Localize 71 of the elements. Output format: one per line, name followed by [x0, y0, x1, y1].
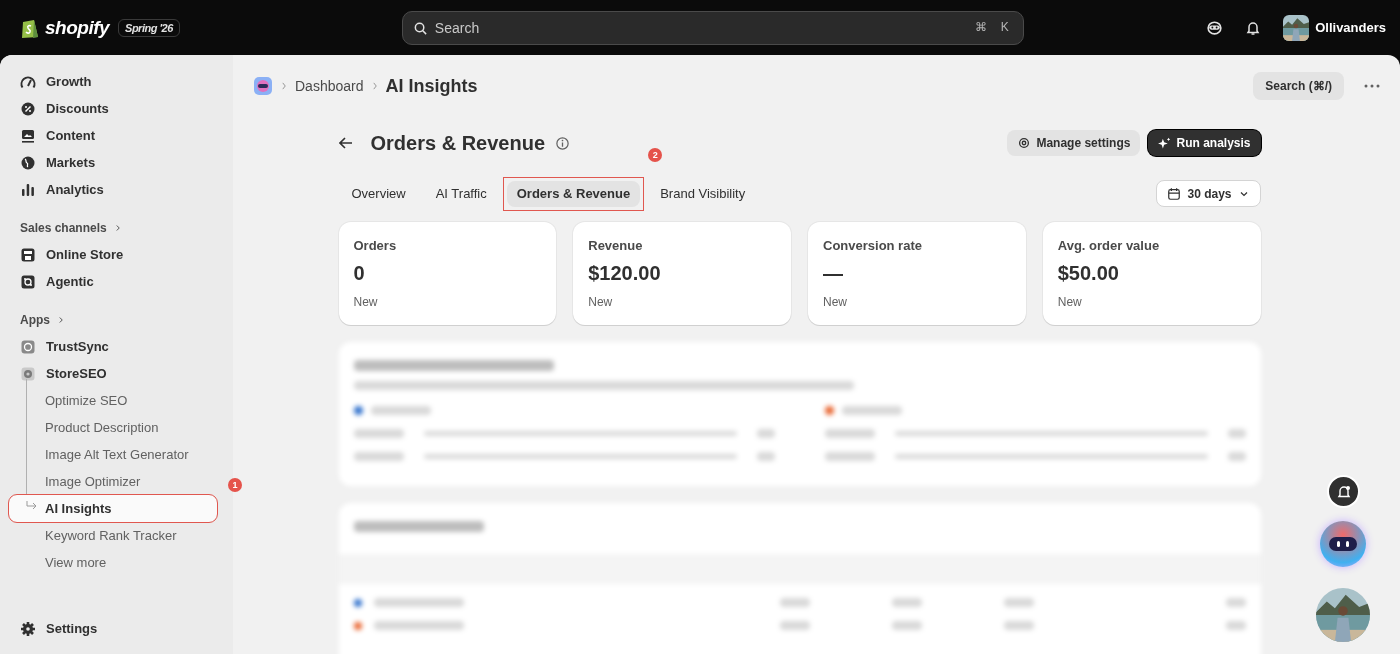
network-icon	[20, 273, 36, 290]
search-button[interactable]: Search (⌘/)	[1253, 72, 1344, 100]
arrow-icon	[26, 501, 38, 511]
store-name[interactable]: Ollivanders	[1315, 20, 1386, 35]
metric-label: Orders	[353, 238, 398, 253]
metric-value: $50.00	[1057, 262, 1120, 285]
bell-icon	[1335, 483, 1352, 500]
globe-icon	[20, 154, 36, 171]
tab[interactable]: Orders & Revenue	[506, 180, 641, 207]
metric-note: New	[353, 295, 379, 309]
section-heading[interactable]: Apps	[20, 312, 50, 327]
shortcut-key: K	[995, 19, 1014, 34]
bar-chart-icon	[20, 181, 36, 198]
metric-note: New	[1057, 295, 1083, 309]
sidebar-item[interactable]: Online Store	[0, 241, 233, 268]
logo-text: shopify	[45, 16, 110, 39]
discount-icon	[20, 100, 36, 117]
sidebar-subitem[interactable]: View more	[0, 549, 217, 576]
sidebar-item[interactable]: TrustSync	[0, 333, 233, 360]
sidebar-item[interactable]: Analytics	[0, 176, 233, 203]
annotation-badge: 2	[648, 147, 663, 162]
sidebar-item[interactable]: Markets	[0, 149, 233, 176]
annotation-badge: 1	[228, 478, 242, 492]
metric-label: Revenue	[588, 238, 644, 253]
section-heading[interactable]: Sales channels	[20, 220, 107, 235]
shortcut-key: ⌘	[969, 19, 992, 34]
metric-value: $120.00	[588, 262, 662, 285]
back-arrow-icon[interactable]	[338, 137, 353, 149]
more-icon[interactable]	[1364, 84, 1380, 88]
store-icon	[20, 246, 36, 263]
sidebar-item[interactable]: Discounts	[0, 95, 233, 122]
sidebar-subitem[interactable]: Image Optimizer	[0, 468, 217, 495]
assistant-avatar[interactable]	[1320, 521, 1366, 567]
tab[interactable]: AI Traffic	[425, 180, 497, 207]
date-range-button[interactable]: 30 days	[1156, 180, 1261, 207]
monitor-icon	[20, 127, 36, 144]
edition-label: Spring '26	[118, 18, 180, 37]
sidebar-item[interactable]: Content	[0, 122, 233, 149]
sidebar-subitem[interactable]: AI Insights	[9, 495, 217, 522]
chevron-icon	[279, 81, 289, 91]
metric-label: Avg. order value	[1057, 238, 1161, 253]
sidebar-subitem[interactable]: Optimize SEO	[0, 387, 217, 414]
calendar-icon	[1167, 186, 1182, 201]
robot-icon	[253, 76, 273, 96]
app-icon	[20, 365, 36, 382]
sidebar-item[interactable]: Settings	[0, 615, 233, 642]
sidebar-item[interactable]: Agentic	[0, 268, 233, 295]
sidebar-item[interactable]: StoreSEO	[0, 360, 233, 387]
metric-note: New	[588, 295, 614, 309]
tab[interactable]: Brand Visibility	[650, 180, 756, 207]
app-icon	[20, 338, 36, 355]
search-icon	[412, 20, 428, 36]
metric-value: —	[823, 262, 844, 285]
breadcrumb-link[interactable]: Dashboard	[295, 78, 364, 94]
metric-value: 0	[353, 262, 366, 285]
robot-icon	[1206, 19, 1224, 36]
metric-note: New	[823, 295, 848, 309]
sidebar-subitem[interactable]: Keyword Rank Tracker	[0, 522, 217, 549]
sidebar-subitem[interactable]: Product Description	[0, 414, 217, 441]
notification-button[interactable]	[1327, 475, 1360, 508]
run-button[interactable]: Run analysis	[1148, 130, 1261, 156]
robot-icon	[1329, 537, 1357, 551]
sidebar-item[interactable]: Growth	[0, 68, 233, 95]
tab[interactable]: Overview	[341, 180, 416, 207]
sparkle-icon	[1158, 136, 1172, 150]
bell-icon	[1245, 19, 1262, 36]
info-icon	[555, 135, 570, 151]
metric-label: Conversion rate	[823, 238, 923, 253]
settings-button[interactable]: Manage settings	[1007, 130, 1141, 156]
sidebar-subitem[interactable]: Image Alt Text Generator	[0, 441, 217, 468]
page-title: Orders & Revenue	[370, 131, 545, 155]
